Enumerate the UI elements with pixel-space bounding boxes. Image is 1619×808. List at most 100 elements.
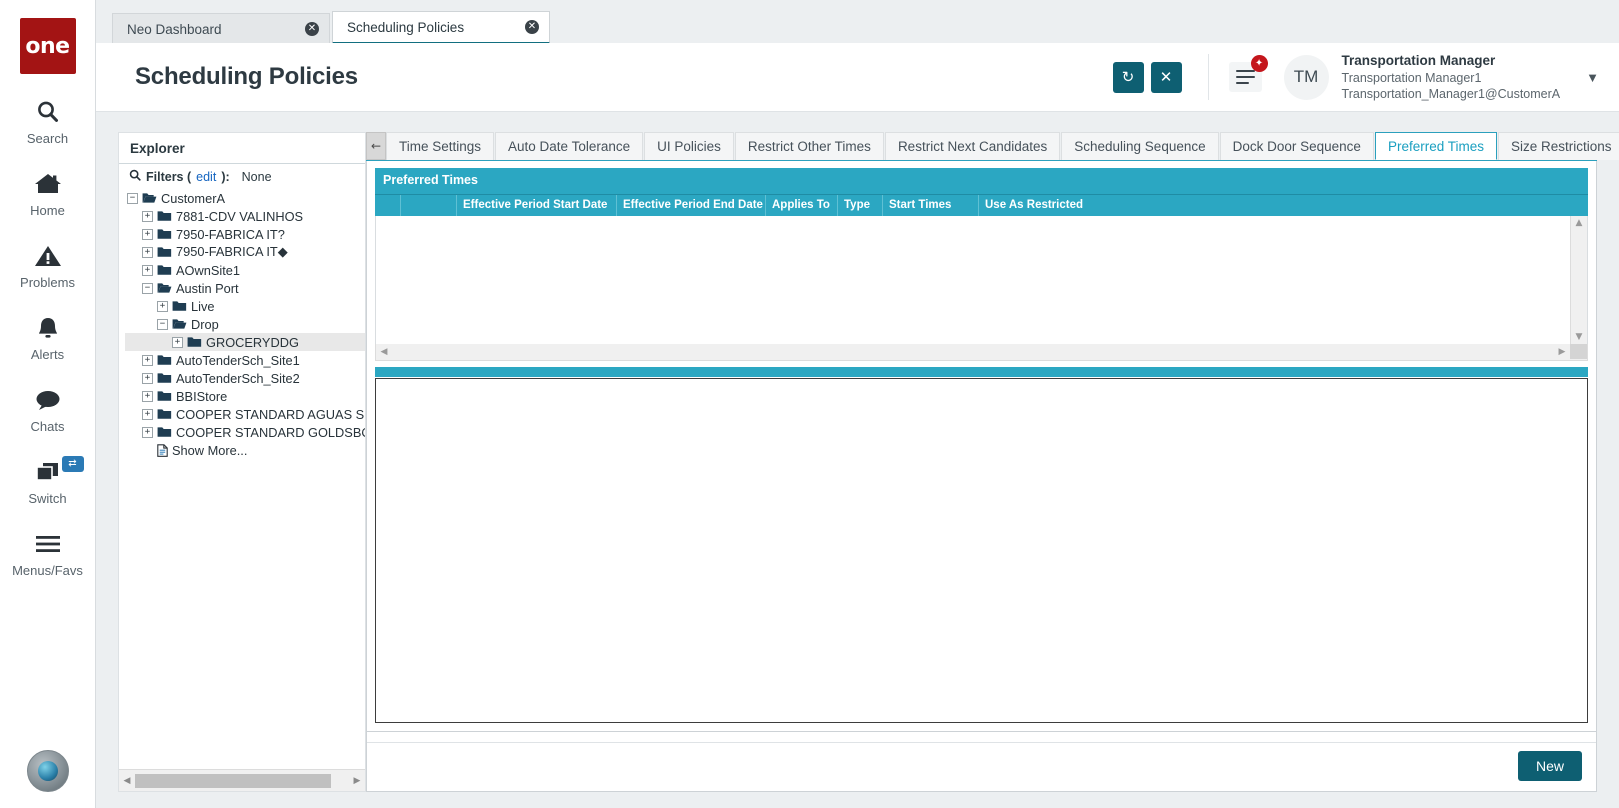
scrollbar-corner: [1570, 344, 1587, 359]
triangle-right-icon[interactable]: ▶: [349, 776, 365, 786]
refresh-icon[interactable]: ↻: [1112, 61, 1144, 93]
tree-node[interactable]: +7881-CDV VALINHOS: [125, 207, 365, 225]
tab-size-restrictions[interactable]: Size Restrictions: [1497, 132, 1619, 160]
expand-plus-icon[interactable]: +: [142, 354, 153, 366]
expand-plus-icon[interactable]: +: [142, 408, 153, 420]
grid-rows[interactable]: [376, 216, 1570, 344]
tab-time-settings[interactable]: Time Settings: [386, 132, 495, 160]
grid-vertical-scrollbar[interactable]: ▲ ▼: [1570, 215, 1587, 344]
window-tab-scheduling-policies[interactable]: Scheduling Policies ✕: [332, 11, 550, 44]
triangle-down-icon[interactable]: ▼: [1576, 332, 1583, 342]
grid-column-header[interactable]: Effective Period End Date: [617, 194, 766, 216]
tree-node[interactable]: + GROCERYDDG: [125, 333, 365, 351]
rail-item-menus-favs[interactable]: Menus/Favs: [0, 528, 96, 578]
expand-plus-icon[interactable]: +: [142, 264, 153, 276]
tab-label: Size Restrictions: [1510, 139, 1612, 154]
grid-column-header[interactable]: Applies To: [766, 194, 838, 216]
expand-plus-icon[interactable]: +: [142, 390, 153, 402]
swap-arrows-icon[interactable]: ⇄: [61, 456, 84, 472]
preferred-times-panel: Preferred Times Effective Period Start D…: [366, 161, 1597, 732]
grid-column-header[interactable]: Start Times: [883, 194, 979, 216]
filter-edit-link[interactable]: edit: [196, 170, 216, 184]
globe-avatar-icon[interactable]: [26, 750, 69, 792]
folder-icon: [157, 228, 172, 240]
folder-icon: [157, 426, 172, 438]
rail-item-search[interactable]: Search: [0, 96, 96, 146]
tree-node[interactable]: − Drop: [125, 315, 365, 333]
explorer-horizontal-scrollbar[interactable]: ◀ ▶: [119, 769, 365, 791]
expand-plus-icon[interactable]: +: [142, 246, 153, 258]
tree-node[interactable]: + BBIStore: [125, 387, 365, 405]
explorer-tree[interactable]: − CustomerA +7881-CDV VALINHOS +7950-FABRIC…: [119, 188, 365, 769]
tab-restrict-other-times[interactable]: Restrict Other Times: [734, 132, 884, 160]
tree-node[interactable]: + AOwnSite1: [125, 261, 365, 279]
x-icon[interactable]: ✕: [1150, 61, 1182, 93]
grid-column-header-blank[interactable]: [375, 194, 401, 216]
chevron-down-icon[interactable]: ▼: [1586, 70, 1599, 85]
tree-node[interactable]: + Live: [125, 297, 365, 315]
rail-item-home[interactable]: Home: [0, 168, 96, 218]
rail-item-chats[interactable]: Chats: [0, 384, 96, 434]
close-circle-icon[interactable]: ✕: [305, 22, 319, 36]
grid-column-header[interactable]: Type: [838, 194, 883, 216]
explorer-filter-row[interactable]: Filters (edit): None: [119, 164, 365, 188]
triangle-up-icon[interactable]: ▲: [1576, 218, 1583, 228]
tree-node[interactable]: +7950-FABRICA IT?: [125, 225, 365, 243]
triangle-right-icon[interactable]: ▶: [1554, 347, 1570, 357]
globe-inner: [37, 761, 58, 781]
new-button[interactable]: New: [1517, 751, 1582, 781]
tree-node[interactable]: − CustomerA: [125, 189, 365, 207]
rail-item-problems[interactable]: Problems: [0, 240, 96, 290]
header-actions: ↻ ✕ ✦ TM Transportation Manager Transpor…: [1106, 43, 1619, 111]
tab-dock-door-sequence[interactable]: Dock Door Sequence: [1219, 132, 1374, 160]
tab-auto-date-tolerance[interactable]: Auto Date Tolerance: [495, 132, 644, 160]
close-circle-icon[interactable]: ✕: [525, 20, 539, 34]
expand-plus-icon[interactable]: +: [142, 426, 153, 438]
grid-title: Preferred Times: [375, 168, 1588, 194]
tab-ui-policies[interactable]: UI Policies: [644, 132, 734, 160]
window-tab-neo-dashboard[interactable]: Neo Dashboard ✕: [112, 13, 330, 44]
tree-node-label: BBIStore: [176, 388, 228, 404]
scroll-thumb[interactable]: [135, 773, 331, 788]
tab-preferred-times[interactable]: Preferred Times: [1374, 132, 1497, 160]
rail-label: Search: [26, 131, 69, 146]
grid-column-header-blank[interactable]: [401, 194, 457, 216]
grid-column-header[interactable]: Effective Period Start Date: [457, 194, 617, 216]
document-icon: [157, 443, 168, 457]
tree-node[interactable]: + AutoTenderSch_Site2: [125, 369, 365, 387]
arrow-left-icon[interactable]: ←: [366, 132, 386, 160]
expand-plus-icon[interactable]: +: [172, 336, 183, 348]
expand-plus-icon[interactable]: +: [142, 210, 153, 222]
collapse-minus-icon[interactable]: −: [157, 318, 168, 330]
tree-node[interactable]: Show More...: [125, 441, 365, 459]
tree-node[interactable]: − Austin Port: [125, 279, 365, 297]
triangle-left-icon[interactable]: ◀: [376, 347, 392, 357]
one-logo[interactable]: one: [19, 18, 76, 74]
tree-node[interactable]: + AutoTenderSch_Site1: [125, 351, 365, 369]
expand-plus-icon[interactable]: +: [142, 228, 153, 240]
collapse-minus-icon[interactable]: −: [142, 282, 153, 294]
triangle-left-icon[interactable]: ◀: [119, 776, 135, 786]
tab-restrict-next-candidates[interactable]: Restrict Next Candidates: [884, 132, 1061, 160]
rail-item-alerts[interactable]: Alerts: [0, 312, 96, 362]
tree-node-label: 7881-CDV VALINHOS: [176, 208, 304, 224]
expand-plus-icon[interactable]: +: [157, 300, 168, 312]
header-menu-button[interactable]: ✦: [1228, 54, 1268, 93]
rail-label: Switch: [28, 491, 67, 506]
tree-node[interactable]: + COOPER STANDARD AGUAS SEALING (3: [125, 405, 365, 423]
tree-node[interactable]: +7950-FABRICA IT◆: [125, 243, 365, 261]
avatar[interactable]: TM: [1283, 54, 1329, 100]
grid-horizontal-scrollbar[interactable]: ◀ ▶: [375, 343, 1588, 361]
scroll-track[interactable]: [135, 773, 349, 788]
grid-column-header[interactable]: Use As Restricted: [979, 195, 1588, 216]
explorer-panel: Explorer Filters (edit): None − CustomerA…: [118, 132, 366, 792]
tab-scheduling-sequence[interactable]: Scheduling Sequence: [1061, 132, 1219, 160]
tree-node-label: AutoTenderSch_Site1: [176, 352, 300, 368]
tab-label: Dock Door Sequence: [1232, 139, 1361, 154]
detail-section-box[interactable]: [375, 377, 1588, 723]
rail-item-switch[interactable]: ⇄ Switch: [0, 456, 96, 506]
expand-plus-icon[interactable]: +: [142, 372, 153, 384]
collapse-minus-icon[interactable]: −: [127, 192, 138, 204]
rail-label: Home: [30, 203, 65, 218]
tree-node[interactable]: + COOPER STANDARD GOLDSBORO: [125, 423, 365, 441]
